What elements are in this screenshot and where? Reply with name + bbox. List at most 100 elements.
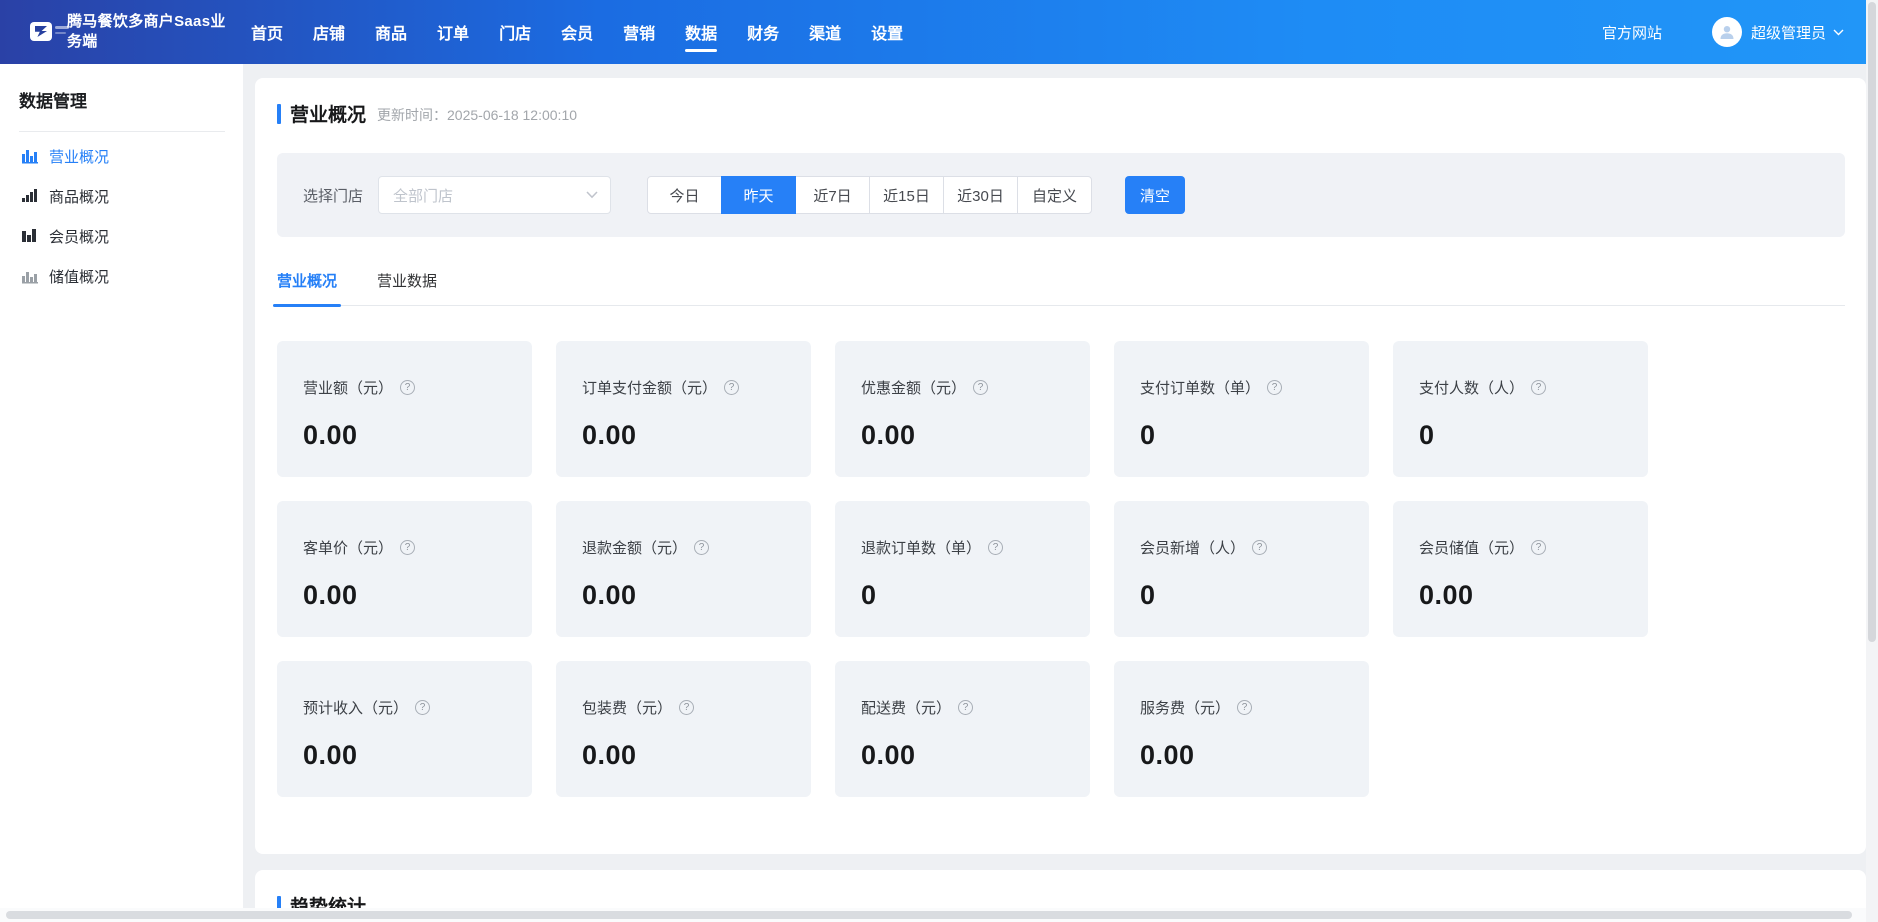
help-icon[interactable] (679, 700, 694, 715)
help-icon[interactable] (973, 380, 988, 395)
stat-label-row: 会员储值（元） (1419, 537, 1648, 558)
person-icon (1718, 23, 1736, 41)
user-menu[interactable]: 超级管理员 (1712, 17, 1844, 47)
nav-item[interactable]: 首页 (251, 0, 283, 64)
vertical-scrollbar-thumb[interactable] (1868, 2, 1876, 642)
navbar-right: 官方网站 超级管理员 (1602, 17, 1878, 47)
help-icon[interactable] (1252, 540, 1267, 555)
help-icon[interactable] (988, 540, 1003, 555)
store-select-placeholder: 全部门店 (393, 185, 453, 206)
horizontal-scrollbar-thumb[interactable] (6, 911, 1852, 919)
sidebar-item-label: 商品概况 (49, 186, 109, 207)
stat-label: 订单支付金额（元） (582, 377, 717, 398)
nav-item[interactable]: 门店 (499, 0, 531, 64)
stat-value: 0 (1140, 580, 1369, 611)
update-time-label: 更新时间： (377, 107, 447, 123)
section-header: 营业概况 更新时间：2025-06-18 12:00:10 (277, 78, 1845, 127)
date-range-button[interactable]: 近30日 (943, 176, 1018, 214)
help-icon[interactable] (1531, 380, 1546, 395)
user-avatar (1712, 17, 1742, 47)
filter-bar: 选择门店 全部门店 今日昨天近7日近15日近30日自定义 清空 (277, 153, 1845, 237)
sidebar-item-label: 储值概况 (49, 266, 109, 287)
sidebar-item[interactable]: 储值概况 (0, 256, 243, 296)
date-range-button[interactable]: 自定义 (1017, 176, 1092, 214)
help-icon[interactable] (1237, 700, 1252, 715)
date-range-button[interactable]: 近15日 (869, 176, 944, 214)
help-icon[interactable] (415, 700, 430, 715)
tab-bar: 营业概况 营业数据 (277, 270, 1845, 306)
stat-card: 会员储值（元）0.00 (1393, 501, 1648, 637)
app-title: 腾马餐饮多商户Saas业务端 (67, 12, 239, 52)
stat-value: 0.00 (582, 420, 811, 451)
sidebar: 数据管理 营业概况商品概况会员概况储值概况 (0, 64, 243, 908)
stat-label: 支付订单数（单） (1140, 377, 1260, 398)
help-icon[interactable] (958, 700, 973, 715)
stat-label: 支付人数（人） (1419, 377, 1524, 398)
vertical-scrollbar[interactable] (1866, 0, 1878, 922)
stat-label-row: 客单价（元） (303, 537, 532, 558)
stat-value: 0.00 (582, 740, 811, 771)
stat-card: 支付订单数（单） 0 (1114, 341, 1369, 477)
store-select[interactable]: 全部门店 (378, 176, 611, 214)
title-accent-bar (277, 104, 281, 124)
tab-business-data[interactable]: 营业数据 (377, 270, 437, 305)
update-time-value: 2025-06-18 12:00:10 (447, 107, 577, 123)
nav-item[interactable]: 商品 (375, 0, 407, 64)
stat-label-row: 预计收入（元） (303, 697, 532, 718)
stat-card: 预计收入（元）0.00 (277, 661, 532, 797)
sidebar-title: 数据管理 (0, 64, 243, 131)
help-icon[interactable] (400, 380, 415, 395)
date-range-button[interactable]: 昨天 (721, 176, 796, 214)
stat-value: 0 (1140, 420, 1369, 451)
bar-chart-icon (22, 189, 39, 204)
sidebar-item-list: 营业概况商品概况会员概况储值概况 (0, 136, 243, 296)
nav-item[interactable]: 渠道 (809, 0, 841, 64)
stat-value: 0.00 (582, 580, 811, 611)
help-icon[interactable] (1531, 540, 1546, 555)
nav-item[interactable]: 设置 (871, 0, 903, 64)
tab-business-overview[interactable]: 营业概况 (277, 270, 337, 305)
nav-item[interactable]: 会员 (561, 0, 593, 64)
stat-label-row: 会员新增（人） (1140, 537, 1369, 558)
sidebar-divider (19, 131, 225, 132)
stat-label-row: 支付订单数（单） (1140, 377, 1369, 398)
stat-card: 服务费（元）0.00 (1114, 661, 1369, 797)
sidebar-item[interactable]: 营业概况 (0, 136, 243, 176)
chevron-down-icon (1833, 29, 1844, 36)
stat-label-row: 包装费（元） (582, 697, 811, 718)
stat-card: 会员新增（人） 0 (1114, 501, 1369, 637)
nav-item[interactable]: 财务 (747, 0, 779, 64)
date-range-group: 今日昨天近7日近15日近30日自定义 (647, 176, 1092, 214)
stat-label: 服务费（元） (1140, 697, 1230, 718)
help-icon[interactable] (724, 380, 739, 395)
help-icon[interactable] (1267, 380, 1282, 395)
help-icon[interactable] (400, 540, 415, 555)
stat-card: 订单支付金额（元） 0.00 (556, 341, 811, 477)
nav-item[interactable]: 订单 (437, 0, 469, 64)
chevron-down-icon (586, 191, 598, 199)
stat-label-row: 支付人数（人） (1419, 377, 1648, 398)
trend-panel: 趋势统计 (255, 870, 1866, 908)
stat-value: 0.00 (303, 580, 532, 611)
horizontal-scrollbar[interactable] (0, 908, 1866, 922)
nav-item[interactable]: 营销 (623, 0, 655, 64)
stat-label: 客单价（元） (303, 537, 393, 558)
page-title: 营业概况 (290, 100, 366, 127)
stat-label: 预计收入（元） (303, 697, 408, 718)
stat-label: 退款订单数（单） (861, 537, 981, 558)
clear-button[interactable]: 清空 (1125, 176, 1185, 214)
nav-item[interactable]: 店铺 (313, 0, 345, 64)
stat-card: 退款金额（元）0.00 (556, 501, 811, 637)
help-icon[interactable] (694, 540, 709, 555)
store-select-label: 选择门店 (303, 185, 363, 206)
stat-card: 优惠金额（元）0.00 (835, 341, 1090, 477)
stat-value: 0.00 (861, 420, 1090, 451)
nav-item[interactable]: 数据 (685, 0, 717, 64)
sidebar-item[interactable]: 商品概况 (0, 176, 243, 216)
brand-area: 腾马餐饮多商户Saas业务端 (0, 12, 239, 52)
date-range-button[interactable]: 今日 (647, 176, 722, 214)
official-site-link[interactable]: 官方网站 (1602, 22, 1662, 43)
bar-chart-icon (22, 149, 39, 164)
sidebar-item[interactable]: 会员概况 (0, 216, 243, 256)
date-range-button[interactable]: 近7日 (795, 176, 870, 214)
